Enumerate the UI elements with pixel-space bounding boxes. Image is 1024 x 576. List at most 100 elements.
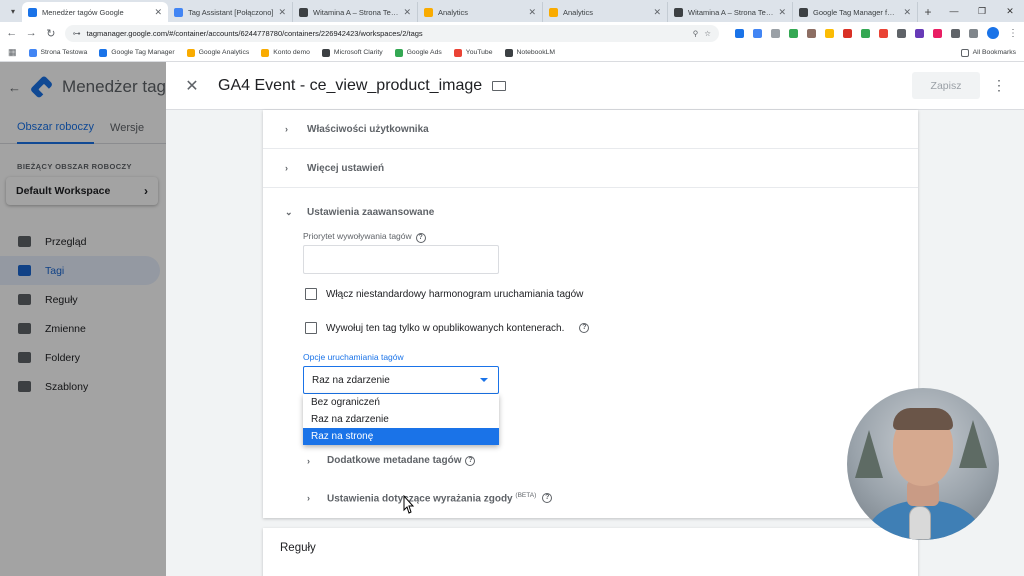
bookmark-favicon-icon — [261, 48, 270, 57]
bookmark-item[interactable]: NotebookLM — [504, 48, 555, 57]
globe-extension-icon[interactable] — [824, 28, 834, 38]
apps-icon[interactable]: ▦ — [8, 47, 17, 58]
gmail-extension-icon[interactable] — [878, 28, 888, 38]
bookmark-item[interactable]: Strona Testowa — [28, 48, 87, 57]
help-icon[interactable]: ? — [465, 455, 476, 466]
window-controls: — ❐ ✕ — [940, 0, 1024, 22]
browser-tab[interactable]: Witamina A – Strona Testowa ✕ — [668, 2, 793, 22]
published-only-checkbox[interactable] — [305, 322, 317, 334]
browser-tab[interactable]: Witamina A – Strona Testowa ✕ — [293, 2, 418, 22]
minimize-icon[interactable]: — — [940, 0, 968, 22]
close-tab-icon[interactable]: ✕ — [903, 7, 911, 18]
chevron-right-icon: › — [285, 124, 288, 134]
tree-shape — [855, 430, 883, 478]
forward-icon[interactable]: → — [26, 27, 38, 39]
tag-config-card: › Właściwości użytkownika › Więcej ustaw… — [263, 110, 918, 518]
save-button[interactable]: Zapisz — [912, 72, 980, 99]
bookmark-item[interactable]: Microsoft Clarity — [321, 48, 383, 57]
favicon-icon — [174, 7, 183, 17]
priority-label: Priorytet wywoływania tagów? — [303, 231, 426, 243]
section-more-settings[interactable]: › Więcej ustawień — [263, 149, 918, 188]
bookmark-item[interactable]: Konto demo — [261, 48, 310, 57]
site-info-icon[interactable]: ⊶ — [73, 29, 81, 38]
browser-tab[interactable]: Menedżer tagów Google ✕ — [22, 2, 168, 22]
tab-search-icon[interactable]: ▾ — [4, 0, 22, 22]
filter-extension-icon[interactable] — [734, 28, 744, 38]
custom-schedule-checkbox-row[interactable]: Włącz niestandardowy harmonogram urucham… — [305, 288, 583, 300]
favicon-icon — [299, 7, 308, 17]
leaf-extension-icon[interactable] — [860, 28, 870, 38]
close-window-icon[interactable]: ✕ — [996, 0, 1024, 22]
bookmark-star-icon[interactable]: ☆ — [704, 29, 711, 38]
more-options-icon[interactable]: ⋮ — [992, 77, 1006, 94]
browser-tab[interactable]: Google Tag Manager for WordP ✕ — [793, 2, 918, 22]
favicon-icon — [674, 7, 683, 17]
close-tab-icon[interactable]: ✕ — [653, 7, 661, 18]
browser-tab-bar: ▾ Menedżer tagów Google ✕ Tag Assistant … — [0, 0, 1024, 22]
pen-extension-icon[interactable] — [842, 28, 852, 38]
close-tab-icon[interactable]: ✕ — [528, 7, 536, 18]
bookmark-item[interactable]: Google Analytics — [186, 48, 249, 57]
omnibox[interactable]: ⊶ tagmanager.google.com/#/container/acco… — [64, 24, 719, 42]
all-bookmarks[interactable]: All Bookmarks — [960, 48, 1016, 57]
puzzle-extension-icon[interactable] — [950, 28, 960, 38]
tag-extension-icon[interactable] — [752, 28, 762, 38]
close-icon[interactable]: ✕ — [166, 76, 218, 96]
bookmark-item[interactable]: Google Tag Manager — [99, 48, 175, 57]
bookmark-item[interactable]: YouTube — [453, 48, 493, 57]
cookie-extension-icon[interactable] — [806, 28, 816, 38]
chevron-right-icon: › — [307, 455, 310, 466]
new-tab-button[interactable]: + — [918, 2, 938, 22]
section-user-properties[interactable]: › Właściwości użytkownika — [263, 110, 918, 149]
priority-input[interactable] — [303, 245, 499, 274]
zoom-icon[interactable]: ⚲ — [693, 29, 699, 38]
help-icon[interactable]: ? — [542, 493, 553, 504]
restore-icon[interactable]: ❐ — [968, 0, 996, 22]
dropdown-option[interactable]: Raz na zdarzenie — [303, 411, 499, 428]
tag-title[interactable]: GA4 Event - ce_view_product_image — [218, 77, 482, 95]
bookmark-item[interactable]: Google Ads — [394, 48, 442, 57]
help-icon[interactable]: ? — [415, 233, 426, 243]
bookmark-favicon-icon — [321, 48, 330, 57]
table-extension-icon[interactable] — [770, 28, 780, 38]
close-tab-icon[interactable]: ✕ — [403, 7, 411, 18]
chevron-right-icon: › — [307, 493, 310, 504]
dropdown-option[interactable]: Raz na stronę — [303, 428, 499, 445]
browser-menu-icon[interactable]: ⋮ — [1008, 28, 1018, 39]
palette-extension-icon[interactable] — [932, 28, 942, 38]
nav-dim-overlay — [0, 62, 166, 576]
dropdown-option[interactable]: Bez ograniczeń — [303, 394, 499, 411]
favicon-icon — [799, 7, 808, 17]
firing-options-select[interactable]: Raz na zdarzenie — [303, 366, 499, 394]
bookmark-favicon-icon — [453, 48, 462, 57]
browser-tab[interactable]: Analytics ✕ — [543, 2, 668, 22]
reload-icon[interactable]: ↻ — [45, 27, 57, 40]
sidepanel-icon[interactable] — [968, 28, 978, 38]
chevron-right-icon: › — [285, 163, 288, 173]
bookmark-favicon-icon — [99, 48, 108, 57]
dropdown-caret-icon — [480, 378, 488, 382]
cloud-extension-icon[interactable] — [788, 28, 798, 38]
section-consent-settings[interactable]: › Ustawienia dotyczące wyrażania zgody (… — [307, 492, 553, 504]
webcam-overlay — [847, 388, 999, 540]
close-tab-icon[interactable]: ✕ — [278, 7, 286, 18]
help-icon[interactable]: ? — [579, 323, 590, 333]
favicon-icon — [28, 7, 37, 17]
published-only-checkbox-row[interactable]: Wywołuj ten tag tylko w opublikowanych k… — [305, 322, 590, 334]
bookmark-favicon-icon — [504, 48, 513, 57]
section-advanced[interactable]: ⌄ Ustawienia zaawansowane — [263, 193, 918, 232]
section-extra-metadata[interactable]: › Dodatkowe metadane tagów ? — [307, 455, 476, 466]
browser-tab[interactable]: Tag Assistant [Połączono] ✕ — [168, 2, 293, 22]
favicon-icon — [424, 7, 433, 17]
folder-icon[interactable] — [492, 80, 507, 91]
back-icon[interactable]: ← — [6, 27, 18, 39]
url-text[interactable]: tagmanager.google.com/#/container/accoun… — [87, 29, 687, 38]
badge-extension-icon[interactable] — [914, 28, 924, 38]
profile-avatar[interactable] — [986, 27, 999, 39]
magnifier-extension-icon[interactable] — [896, 28, 906, 38]
close-tab-icon[interactable]: ✕ — [778, 7, 786, 18]
triggers-card[interactable]: Reguły — [263, 528, 918, 576]
browser-tab[interactable]: Analytics ✕ — [418, 2, 543, 22]
custom-schedule-checkbox[interactable] — [305, 288, 317, 300]
close-tab-icon[interactable]: ✕ — [154, 7, 162, 18]
